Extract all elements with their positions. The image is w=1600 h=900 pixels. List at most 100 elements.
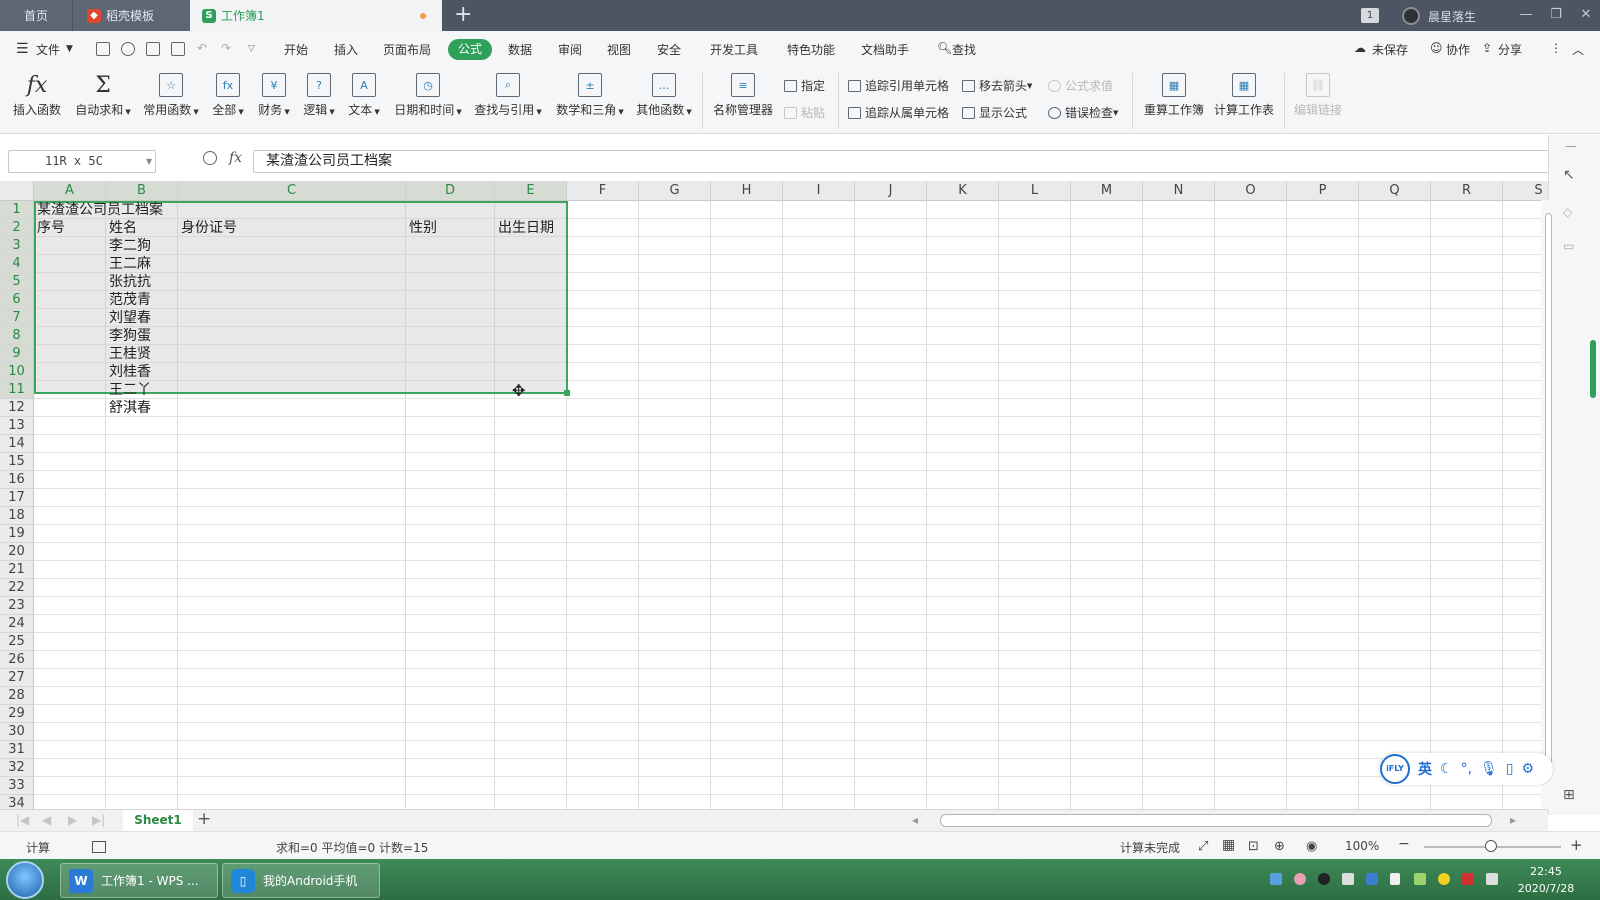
column-header-m[interactable]: M — [1071, 181, 1143, 201]
logic-button[interactable]: ? 逻辑 ▼ — [301, 73, 337, 118]
vertical-scroll-thumb[interactable] — [1545, 213, 1552, 773]
row-header-28[interactable]: 28 — [0, 687, 34, 705]
cell-b6[interactable]: 范茂青 — [109, 291, 151, 309]
row-header-6[interactable]: 6 — [0, 291, 34, 309]
customize-chevron-icon[interactable]: ▽ — [248, 44, 255, 54]
pointer-icon[interactable]: ↖ — [1563, 167, 1575, 183]
fx-icon[interactable]: fx — [229, 150, 242, 166]
panel-collapse-icon[interactable]: — — [1565, 139, 1577, 153]
cell-b2[interactable]: 姓名 — [109, 219, 137, 237]
column-header-r[interactable]: R — [1431, 181, 1503, 201]
calc-mode[interactable]: 计算 — [26, 839, 50, 856]
page-break-view-icon[interactable]: ⊡ — [1248, 839, 1259, 854]
scroll-right-icon[interactable]: ▸ — [1510, 813, 1516, 827]
window-count-badge[interactable]: 1 — [1361, 8, 1379, 23]
cell-e2[interactable]: 出生日期 — [498, 219, 554, 237]
row-header-29[interactable]: 29 — [0, 705, 34, 723]
math-button[interactable]: ± 数学和三角 ▼ — [554, 73, 626, 118]
flag-tray-icon[interactable] — [1342, 873, 1354, 885]
plus-tray-icon[interactable] — [1438, 873, 1450, 885]
edit-links-button[interactable]: ⛓ 编辑链接 — [1292, 73, 1344, 118]
horizontal-scroll-thumb[interactable] — [940, 814, 1492, 827]
row-header-15[interactable]: 15 — [0, 453, 34, 471]
macro-record-icon[interactable] — [92, 841, 106, 853]
network-tray-icon[interactable] — [1270, 873, 1282, 885]
row-header-5[interactable]: 5 — [0, 273, 34, 291]
row-header-31[interactable]: 31 — [0, 741, 34, 759]
keyboard-icon[interactable]: ▯ — [1506, 761, 1514, 777]
text-functions-button[interactable]: A 文本 ▼ — [346, 73, 382, 118]
ime-language-toggle[interactable]: 英 — [1418, 759, 1432, 779]
normal-view-icon[interactable]: ▦ — [1222, 837, 1235, 853]
fill-handle[interactable] — [564, 390, 570, 396]
trace-dependents-button[interactable]: 追踪从属单元格 — [848, 104, 949, 121]
column-header-i[interactable]: I — [783, 181, 855, 201]
column-header-a[interactable]: A — [34, 181, 106, 201]
menu-page-layout[interactable]: 页面布局 — [383, 41, 431, 58]
row-header-1[interactable]: 1 — [0, 201, 34, 219]
punctuation-icon[interactable]: °, — [1461, 761, 1472, 777]
style-icon[interactable]: ◇ — [1563, 205, 1572, 219]
share-button[interactable]: 分享 — [1498, 41, 1522, 58]
calc-status[interactable]: 计算未完成 — [1120, 839, 1180, 856]
row-header-16[interactable]: 16 — [0, 471, 34, 489]
other-functions-button[interactable]: … 其他函数 ▼ — [634, 73, 694, 118]
system-clock[interactable]: 22:45 2020/7/28 — [1506, 863, 1586, 897]
reading-view-icon[interactable]: ⊕ — [1274, 839, 1285, 854]
hamburger-icon[interactable]: ☰ — [16, 41, 29, 57]
row-header-26[interactable]: 26 — [0, 651, 34, 669]
row-header-9[interactable]: 9 — [0, 345, 34, 363]
column-header-o[interactable]: O — [1215, 181, 1287, 201]
print-icon[interactable] — [146, 42, 160, 56]
unsaved-status[interactable]: 未保存 — [1372, 41, 1408, 58]
menu-review[interactable]: 审阅 — [558, 41, 582, 58]
column-header-l[interactable]: L — [999, 181, 1071, 201]
next-sheet-icon[interactable]: ▶ — [68, 813, 77, 827]
menu-insert[interactable]: 插入 — [334, 41, 358, 58]
row-header-20[interactable]: 20 — [0, 543, 34, 561]
row-header-33[interactable]: 33 — [0, 777, 34, 795]
tab-docer-templates[interactable]: ◆ 稻壳模板 — [73, 0, 190, 31]
zoom-slider-thumb[interactable] — [1485, 840, 1497, 852]
new-tab-button[interactable]: + — [454, 2, 472, 28]
column-header-e[interactable]: E — [495, 181, 567, 201]
menu-doc-assistant[interactable]: 文档助手 — [861, 41, 909, 58]
tab-home[interactable]: 首页 — [0, 0, 72, 31]
formula-input[interactable]: 某渣渣公司员工档案 — [253, 150, 1555, 173]
row-header-27[interactable]: 27 — [0, 669, 34, 687]
last-sheet-icon[interactable]: ▶| — [92, 813, 105, 827]
row-header-11[interactable]: 11 — [0, 381, 34, 399]
remove-arrows-button[interactable]: 移去箭头 ▼ — [962, 77, 1032, 94]
signal-tray-icon[interactable] — [1390, 873, 1400, 885]
add-sheet-button[interactable]: + — [197, 809, 211, 829]
row-header-2[interactable]: 2 — [0, 219, 34, 237]
cell-b3[interactable]: 李二狗 — [109, 237, 151, 255]
name-box[interactable]: 11R x 5C — [8, 150, 156, 173]
column-header-p[interactable]: P — [1287, 181, 1359, 201]
taskbar-android-window[interactable]: ▯ 我的Android手机 — [222, 863, 380, 898]
prev-sheet-icon[interactable]: ◀ — [42, 813, 51, 827]
column-header-h[interactable]: H — [711, 181, 783, 201]
zoom-out-icon[interactable]: − — [1398, 836, 1410, 852]
cell-b8[interactable]: 李狗蛋 — [109, 327, 151, 345]
save-icon[interactable] — [96, 42, 110, 56]
paste-button[interactable]: 粘贴 — [784, 104, 825, 121]
cell-b9[interactable]: 王桂贤 — [109, 345, 151, 363]
row-header-21[interactable]: 21 — [0, 561, 34, 579]
name-manager-button[interactable]: ≡ 名称管理器 — [712, 73, 774, 118]
redo-icon[interactable]: ↷ — [221, 41, 231, 55]
row-header-23[interactable]: 23 — [0, 597, 34, 615]
chevron-down-icon[interactable]: ▼ — [66, 44, 73, 54]
print-preview-icon[interactable] — [171, 42, 185, 56]
name-box-dropdown-icon[interactable]: ▼ — [146, 157, 152, 166]
scroll-left-icon[interactable]: ◂ — [912, 813, 918, 827]
share-icon[interactable]: ⇪ — [1482, 41, 1492, 55]
collapse-ribbon-icon[interactable]: ︿ — [1572, 41, 1584, 58]
select-all-corner[interactable] — [0, 181, 34, 201]
row-header-18[interactable]: 18 — [0, 507, 34, 525]
all-functions-button[interactable]: fx 全部 ▼ — [210, 73, 246, 118]
row-header-10[interactable]: 10 — [0, 363, 34, 381]
cell-b10[interactable]: 刘桂香 — [109, 363, 151, 381]
column-header-c[interactable]: C — [178, 181, 406, 201]
start-button[interactable] — [6, 861, 44, 899]
